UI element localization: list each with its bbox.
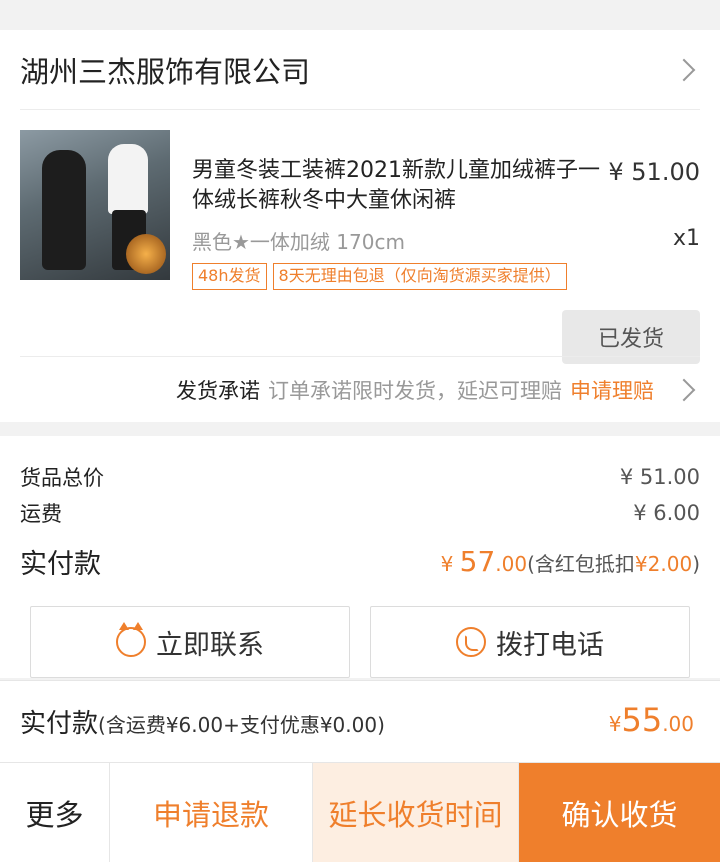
refund-button[interactable]: 申请退款 [110,763,313,862]
total-bar: 实付款(含运费¥6.00+支付优惠¥0.00) ¥55.00 [0,680,720,762]
paid-note-prefix: (含红包抵扣 [527,552,635,576]
chevron-right-icon[interactable] [672,378,696,401]
total-label: 实付款(含运费¥6.00+支付优惠¥0.00) [20,703,385,740]
product-price: ¥ 51.00 [608,158,700,186]
badge-return: 8天无理由包退（仅向淘货源买家提供） [272,263,567,290]
shop-row[interactable]: 湖州三杰服饰有限公司 [20,30,700,110]
goods-total-value: ¥ 51.00 [619,465,700,489]
total-amount: ¥55.00 [609,701,694,739]
paid-note-suffix: ) [692,552,700,576]
shipping-fee-row: 运费 ¥ 6.00 [20,498,700,528]
price-summary-card: 货品总价 ¥ 51.00 运费 ¥ 6.00 实付款 ¥ 57.00(含红包抵扣… [0,436,720,678]
order-item-card: 湖州三杰服饰有限公司 男童冬装工装裤2021新款儿童加绒裤子一体绒长裤秋冬中大童… [0,30,720,422]
chat-cat-icon [116,622,146,657]
shop-name[interactable]: 湖州三杰服饰有限公司 [20,49,310,91]
contact-now-label: 立即联系 [156,629,264,661]
claim-link[interactable]: 申请理赔 [570,375,654,405]
contact-now-button[interactable]: 立即联系 [30,606,350,678]
shipping-fee-label: 运费 [20,502,62,526]
badge-48h: 48h发货 [192,263,267,290]
total-currency: ¥ [608,712,622,736]
chevron-right-icon[interactable] [672,58,696,81]
promise-title: 发货承诺 [176,378,260,403]
call-phone-label: 拨打电话 [496,629,604,661]
total-label-text: 实付款 [20,709,99,739]
shipping-fee-value: ¥ 6.00 [633,501,700,525]
product-thumbnail[interactable] [20,130,170,280]
phone-icon [456,627,486,657]
extend-receipt-button[interactable]: 延长收货时间 [313,763,519,862]
paid-currency: ¥ [440,552,460,576]
shipping-promise-row[interactable]: 发货承诺 订单承诺限时发货，延迟可理赔 申请理赔 [20,356,700,422]
product-title[interactable]: 男童冬装工装裤2021新款儿童加绒裤子一体绒长裤秋冬中大童休闲裤 [192,156,610,216]
product-sku: 黑色★一体加绒 170cm [192,230,405,254]
bottom-action-bar: 更多 申请退款 延长收货时间 确认收货 [0,762,720,862]
promise-description: 订单承诺限时发货，延迟可理赔 [268,378,562,403]
total-decimal: .00 [662,712,694,736]
confirm-receipt-button[interactable]: 确认收货 [519,763,720,862]
paid-decimal: .00 [495,552,528,576]
call-phone-button[interactable]: 拨打电话 [370,606,690,678]
total-integer: 55 [621,701,663,739]
goods-total-label: 货品总价 [20,466,104,490]
paid-note-amount: ¥2.00 [634,552,693,576]
service-badges: 48h发货 8天无理由包退（仅向淘货源买家提供） [192,263,567,290]
more-button[interactable]: 更多 [0,763,110,862]
paid-row: 实付款 ¥ 57.00(含红包抵扣¥2.00) [20,542,700,581]
total-note: (含运费¥6.00+支付优惠¥0.00) [98,713,385,737]
product-quantity: x1 [672,226,700,251]
paid-integer: 57 [459,545,496,578]
goods-total-row: 货品总价 ¥ 51.00 [20,462,700,492]
paid-label: 实付款 [20,549,101,580]
paid-amount: ¥ 57.00(含红包抵扣¥2.00) [441,545,700,578]
